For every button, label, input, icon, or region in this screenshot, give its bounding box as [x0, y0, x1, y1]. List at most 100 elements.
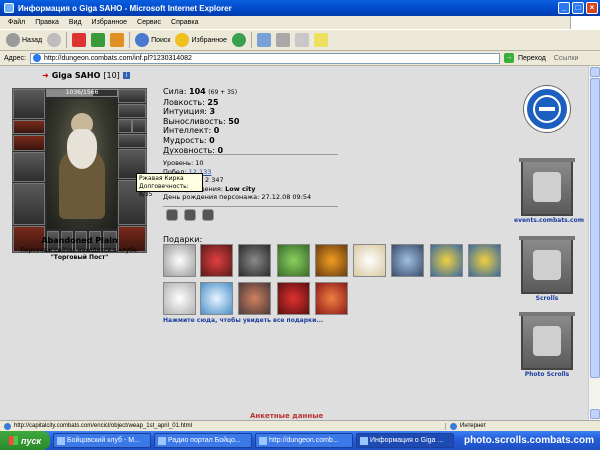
photo-scrolls-banner[interactable]	[519, 312, 575, 370]
window-icon	[360, 436, 368, 445]
gift-icon[interactable]	[238, 282, 271, 315]
internet-zone-icon	[450, 422, 457, 430]
menu-file[interactable]: Файл	[8, 19, 25, 26]
scroll-up-icon[interactable]	[590, 67, 600, 77]
menu-view[interactable]: Вид	[69, 19, 82, 26]
gift-icon[interactable]	[468, 244, 501, 277]
taskbar-item[interactable]: Радио портал Бойцо...	[154, 433, 252, 448]
events-banner[interactable]	[519, 158, 575, 216]
stat-label: Выносливость:	[163, 116, 226, 126]
taskbar-item[interactable]: http://dungeon.comb...	[255, 433, 353, 448]
club-name: "Торговый Пост"	[50, 254, 109, 261]
info-icon[interactable]: i	[122, 72, 130, 79]
address-input[interactable]: http://dungeon.combats.com/inf.pl?123031…	[29, 52, 500, 64]
gift-icon[interactable]	[238, 244, 271, 277]
vertical-scrollbar[interactable]	[588, 66, 600, 420]
scrolls-link[interactable]: Scrolls	[514, 295, 580, 302]
address-label: Адрес:	[4, 54, 26, 62]
toolbar-separator	[66, 32, 68, 48]
taskbar-item-active[interactable]: Информация о Giga ...	[356, 433, 454, 448]
window-icon	[57, 436, 65, 445]
combats-logo[interactable]	[524, 86, 570, 132]
equip-slot-bracer[interactable]	[13, 135, 45, 151]
gift-icon[interactable]	[163, 244, 196, 277]
gift-icon[interactable]	[200, 282, 233, 315]
search-icon	[135, 33, 150, 47]
back-button[interactable]: Назад	[6, 33, 42, 47]
status-url: http://capitalcity.combats.com/encicl/ob…	[14, 423, 192, 429]
address-bar: Адрес: http://dungeon.combats.com/inf.pl…	[0, 51, 600, 66]
taskbar-item[interactable]: Бойцовский клуб - M...	[53, 433, 151, 448]
links-button[interactable]: Ссылки	[554, 55, 579, 62]
gift-icon[interactable]	[277, 244, 310, 277]
gift-icon[interactable]	[391, 244, 424, 277]
link-icon	[4, 422, 11, 430]
events-link[interactable]: events.combats.com	[514, 217, 584, 224]
photo-scrolls-link[interactable]: Photo Scrolls	[514, 371, 580, 378]
effect-icon[interactable]	[166, 209, 178, 221]
page-icon	[32, 54, 41, 62]
stat-value: 0	[209, 135, 215, 145]
gift-icon[interactable]	[315, 282, 348, 315]
window-title: Информация о Giga SAHO - Microsoft Inter…	[18, 3, 232, 13]
menu-help[interactable]: Справка	[171, 19, 198, 26]
maximize-button[interactable]: □	[572, 2, 584, 14]
equip-slot-ring[interactable]	[118, 119, 132, 133]
star-icon	[175, 33, 190, 47]
scroll-down-icon[interactable]	[590, 409, 600, 419]
hp-bar: 1036/1566	[46, 89, 118, 97]
edit-icon[interactable]	[294, 33, 309, 47]
gift-icon[interactable]	[353, 244, 386, 277]
mail-icon[interactable]	[256, 33, 271, 47]
equip-slot-bracer[interactable]	[13, 120, 45, 134]
gift-icon[interactable]	[200, 244, 233, 277]
menu-tools[interactable]: Сервис	[137, 19, 161, 26]
refresh-icon[interactable]	[91, 33, 106, 47]
taskbar-item-label: http://dungeon.comb...	[269, 437, 339, 444]
favorites-button[interactable]: Избранное	[175, 33, 227, 47]
taskbar-item-label: Радио портал Бойцо...	[168, 437, 241, 444]
equip-slot-earring[interactable]	[118, 89, 146, 103]
hp-text: 1036/1566	[65, 89, 99, 96]
gift-icon[interactable]	[163, 282, 196, 315]
forward-button[interactable]	[47, 33, 62, 47]
watermark: photo.scrolls.combats.com	[463, 435, 594, 446]
equip-slot-helmet[interactable]	[13, 89, 45, 119]
equip-slot-ring[interactable]	[132, 119, 146, 133]
messenger-icon[interactable]	[313, 33, 328, 47]
stop-icon[interactable]	[72, 33, 87, 47]
gift-icon[interactable]	[315, 244, 348, 277]
effect-icon[interactable]	[202, 209, 214, 221]
equip-slot-gloves[interactable]	[118, 134, 146, 148]
minimize-button[interactable]: _	[558, 2, 570, 14]
search-button[interactable]: Поиск	[135, 33, 170, 47]
all-gifts-link[interactable]: Нажмите сюда, чтобы увидеть все подарки.…	[163, 317, 323, 324]
scroll-thumb[interactable]	[590, 78, 600, 378]
equip-slot-weapon[interactable]	[13, 152, 45, 182]
stat-row: Ловкость: 25	[163, 98, 239, 108]
print-icon[interactable]	[275, 33, 290, 47]
history-icon[interactable]	[231, 33, 246, 47]
home-icon[interactable]	[110, 33, 125, 47]
go-button[interactable]: Переход	[518, 55, 546, 62]
go-arrow-icon[interactable]: →	[503, 53, 514, 63]
menu-edit[interactable]: Правка	[35, 19, 59, 26]
menu-favorites[interactable]: Избранное	[92, 19, 127, 26]
character-avatar	[47, 99, 117, 229]
scrolls-banner[interactable]	[519, 236, 575, 294]
start-button[interactable]: пуск	[0, 431, 50, 450]
character-level: [10]	[103, 71, 120, 80]
gift-icon[interactable]	[277, 282, 310, 315]
stat-label: Мудрость:	[163, 135, 207, 145]
stat-label: Интеллект:	[163, 126, 212, 136]
equip-slot-armor[interactable]	[13, 183, 45, 225]
close-button[interactable]: ×	[586, 2, 598, 14]
effect-icon[interactable]	[184, 209, 196, 221]
toolbar: Назад Поиск Избранное	[0, 29, 600, 51]
arrow-icon[interactable]: ➜	[42, 71, 49, 80]
equip-slot-amulet[interactable]	[118, 104, 146, 118]
character-name: Giga SAHO	[51, 71, 101, 80]
stat-label: Интуиция:	[163, 107, 207, 117]
gift-icon[interactable]	[430, 244, 463, 277]
status-bar: http://capitalcity.combats.com/encicl/ob…	[0, 420, 600, 431]
